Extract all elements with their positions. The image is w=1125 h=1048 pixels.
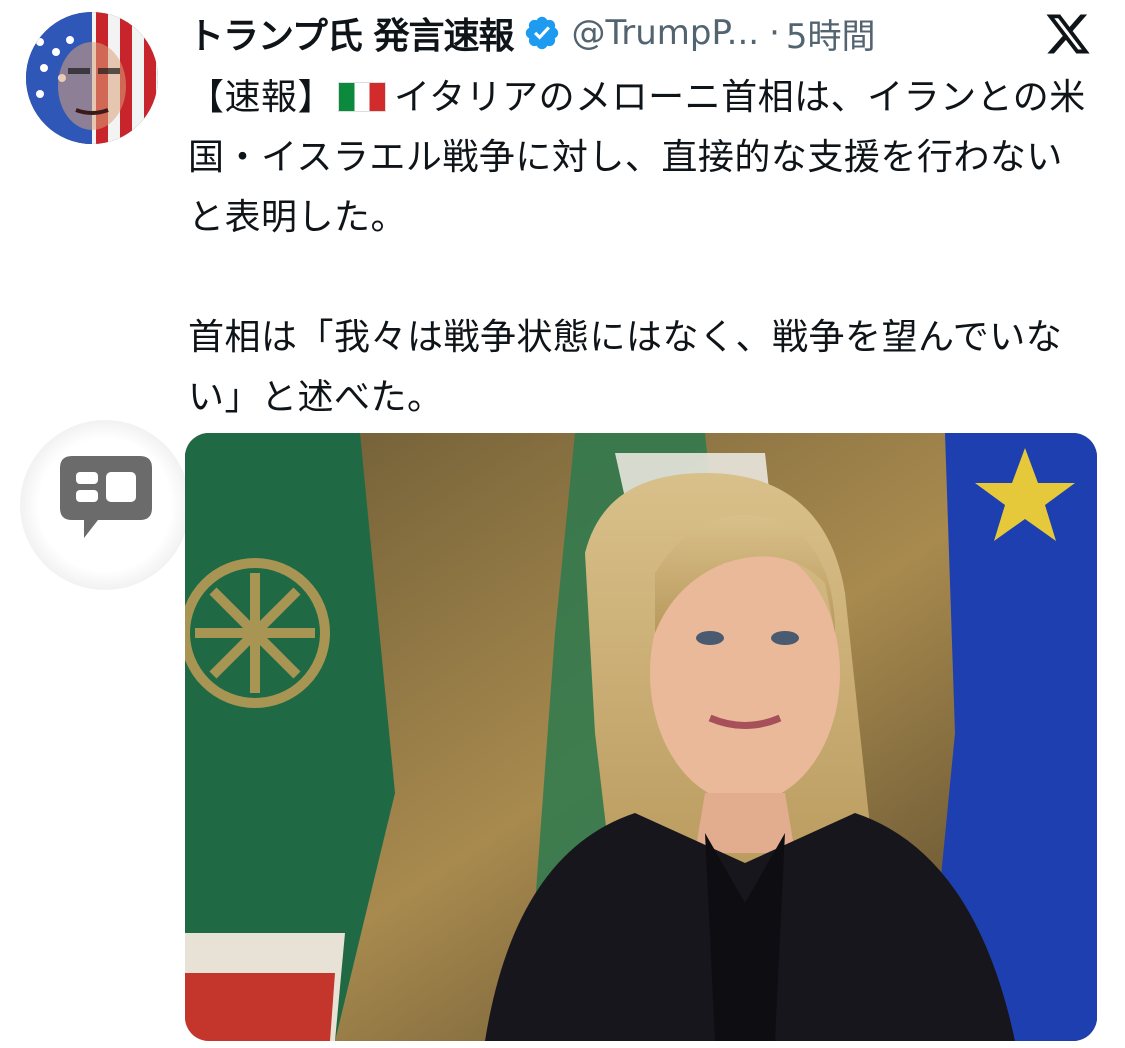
avatar[interactable] [26,12,158,144]
post-text: 【速報】 イタリアのメローニ首相は、イランとの米国・イスラエル戦争に対し、直接的な… [188,68,1088,428]
breaking-tag: 【速報】 [188,77,335,118]
post-image[interactable] [185,433,1097,1041]
post-text-line2: 首相は「我々は戦争状態にはなく、戦争を望んでいない」と述べた。 [188,317,1063,418]
display-name[interactable]: トランプ氏 発言速報 [188,7,514,59]
timestamp[interactable]: 5時間 [786,9,876,58]
x-logo-icon[interactable] [1040,10,1096,58]
handle[interactable]: @TrumpP... [571,13,759,53]
post-header: トランプ氏 発言速報 @TrumpP... · 5時間 [188,8,1125,58]
quote-bubble-icon [60,456,152,538]
separator-dot: · [769,13,780,53]
quote-button[interactable] [20,420,190,590]
verified-badge-icon [526,16,559,50]
italy-flag-icon [338,82,387,112]
